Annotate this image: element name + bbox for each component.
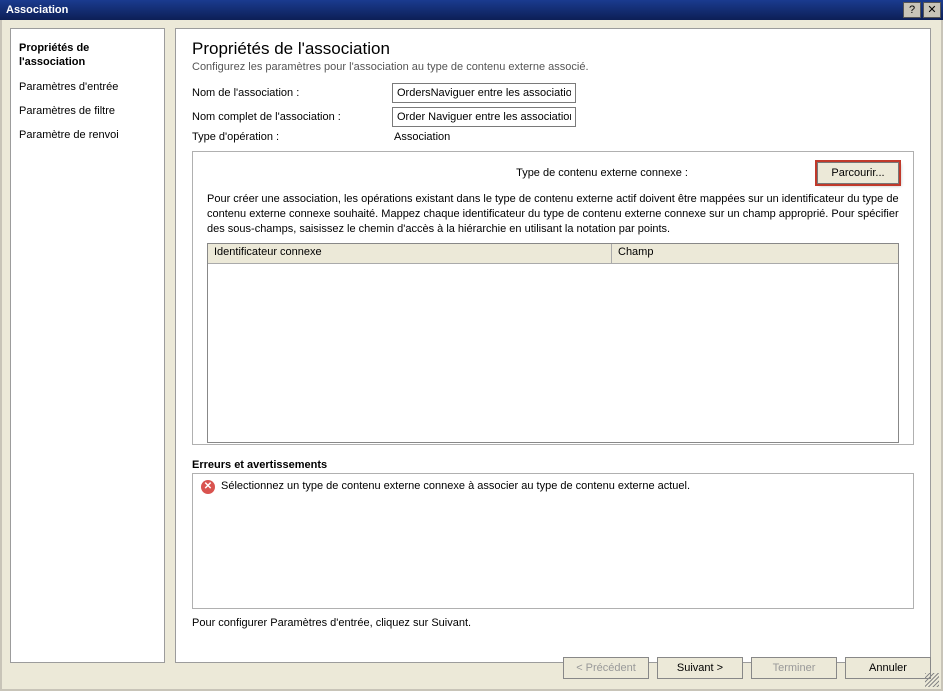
resize-grip-icon[interactable] (925, 673, 939, 687)
finish-button: Terminer (751, 657, 837, 679)
optype-value: Association (392, 131, 450, 143)
content-area: Propriétés de l'association Configurez l… (175, 28, 931, 663)
grid-header: Identificateur connexe Champ (208, 244, 898, 264)
error-icon: ✕ (201, 480, 215, 494)
back-button: < Précédent (563, 657, 649, 679)
page-subtitle: Configurez les paramètres pour l'associa… (192, 61, 914, 73)
errors-panel: ✕ Sélectionnez un type de contenu extern… (192, 473, 914, 609)
errors-heading: Erreurs et avertissements (192, 459, 914, 471)
identifier-grid: Identificateur connexe Champ (207, 243, 899, 443)
optype-label: Type d'opération : (192, 131, 392, 143)
assoc-name-label: Nom de l'association : (192, 87, 392, 99)
nav-item-return-param[interactable]: Paramètre de renvoi (17, 124, 158, 148)
assoc-fullname-label: Nom complet de l'association : (192, 111, 392, 123)
assoc-fullname-input[interactable] (392, 107, 576, 127)
error-row: ✕ Sélectionnez un type de contenu extern… (201, 480, 905, 494)
wizard-footer: < Précédent Suivant > Terminer Annuler (175, 653, 931, 683)
nav-item-input-params[interactable]: Paramètres d'entrée (17, 76, 158, 100)
window-titlebar: Association ? ✕ (0, 0, 943, 20)
close-button[interactable]: ✕ (923, 2, 941, 18)
related-ect-panel: Type de contenu externe connexe : Parcou… (192, 151, 914, 445)
nav-item-filter-params[interactable]: Paramètres de filtre (17, 100, 158, 124)
related-ect-description: Pour créer une association, les opératio… (207, 192, 899, 237)
wizard-nav: Propriétés de l'association Paramètres d… (10, 28, 165, 663)
col-identifier-header[interactable]: Identificateur connexe (208, 244, 612, 263)
page-heading: Propriétés de l'association (192, 39, 914, 59)
help-button[interactable]: ? (903, 2, 921, 18)
col-field-header[interactable]: Champ (612, 244, 898, 263)
next-hint: Pour configurer Paramètres d'entrée, cli… (192, 617, 914, 629)
error-message: Sélectionnez un type de contenu externe … (221, 480, 690, 492)
next-button[interactable]: Suivant > (657, 657, 743, 679)
assoc-name-input[interactable] (392, 83, 576, 103)
window-title: Association (6, 4, 68, 16)
related-ect-label: Type de contenu externe connexe : (387, 167, 817, 179)
nav-item-properties[interactable]: Propriétés de l'association (17, 37, 158, 76)
browse-button[interactable]: Parcourir... (817, 162, 899, 184)
cancel-button[interactable]: Annuler (845, 657, 931, 679)
dialog-body: Propriétés de l'association Paramètres d… (0, 20, 943, 691)
